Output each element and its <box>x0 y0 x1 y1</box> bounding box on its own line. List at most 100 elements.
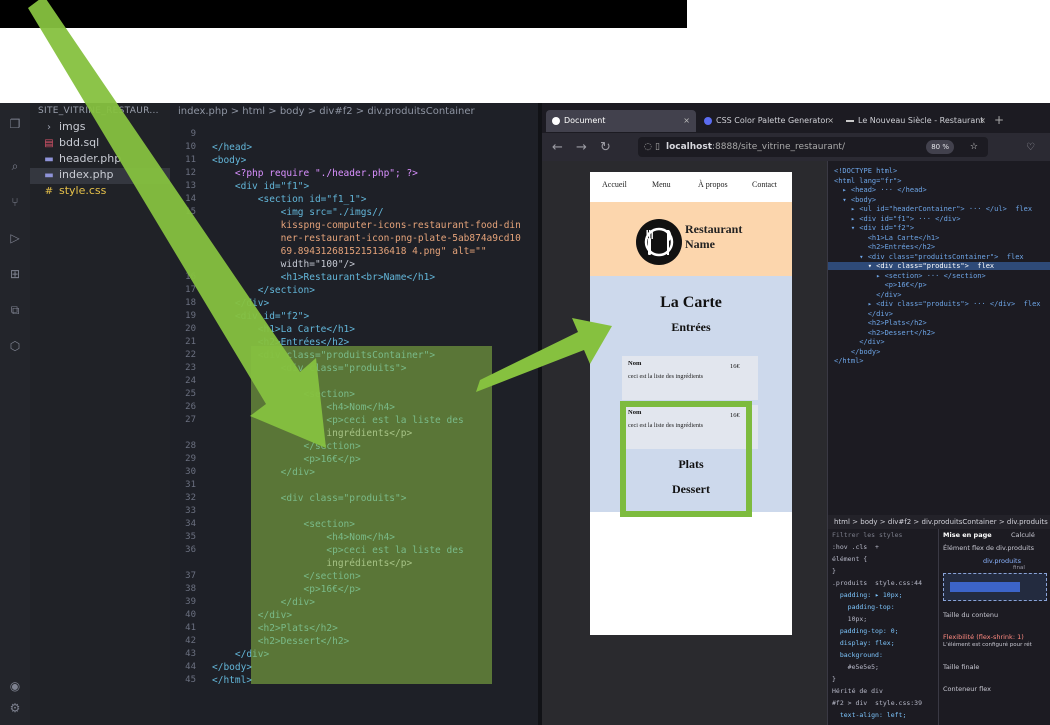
back-arrow-icon[interactable]: ← <box>552 140 563 155</box>
css-rule-line[interactable]: Hérité de div <box>832 687 883 695</box>
tab-le-nouveau-siecle[interactable]: Le Nouveau Siècle - Restaurant × <box>840 110 990 132</box>
run-debug-icon[interactable]: ▷ <box>8 231 22 245</box>
source-control-icon[interactable]: ⑂ <box>8 195 22 209</box>
dom-node-line[interactable]: </div> <box>834 291 901 299</box>
activity-bar: ❐ ⌕ ⑂ ▷ ⊞ ⧉ ⬡ ◉ ⚙ <box>0 103 31 725</box>
dom-node-line[interactable]: ▸ <div class="produits"> ··· </div> flex <box>834 300 1041 308</box>
css-rule-line[interactable]: :hov .cls + <box>832 543 879 551</box>
code-line[interactable]: </div> <box>212 298 269 309</box>
dom-node-line[interactable]: ▾ <div id="f2"> <box>834 224 914 232</box>
file-index-php[interactable]: ▬ index.php <box>30 168 170 184</box>
code-line[interactable]: </body> <box>212 662 252 673</box>
code-line[interactable]: </section> <box>212 285 315 296</box>
nav-a-propos[interactable]: À propos <box>698 180 728 189</box>
url-field[interactable]: ◌ ▯ localhost:8888/site_vitrine_restaura… <box>638 137 988 157</box>
css-rule-line[interactable]: background: <box>832 651 883 659</box>
dom-node-line[interactable]: </body> <box>834 348 881 356</box>
dom-node-line[interactable]: <p>16€</p> <box>834 281 927 289</box>
file-bdd-sql[interactable]: ▤ bdd.sql <box>42 136 99 152</box>
code-line[interactable]: ner-restaurant-icon-png-plate-5ab874a9cd… <box>212 233 521 244</box>
flex-container-label[interactable]: Conteneur flex <box>943 685 991 693</box>
css-rule-line[interactable]: 10px; <box>832 615 868 623</box>
code-line[interactable]: width="100"/> <box>212 259 355 270</box>
search-icon[interactable]: ⌕ <box>8 159 22 173</box>
css-rule-line[interactable]: } <box>832 567 836 575</box>
css-rule-line[interactable]: } <box>832 675 836 683</box>
close-tab-icon[interactable]: × <box>683 110 690 132</box>
devtools-breadcrumb[interactable]: html > body > div#f2 > div.produitsConta… <box>828 515 1050 529</box>
tab-mise-en-page[interactable]: Mise en page <box>943 531 992 539</box>
tab-css-palette[interactable]: CSS Color Palette Generator × <box>698 110 838 132</box>
css-rule-line[interactable]: padding-top: 0; <box>832 627 899 635</box>
tab-favicon-icon <box>704 117 712 125</box>
nav-accueil[interactable]: Accueil <box>602 180 627 189</box>
flex-size-bar <box>950 582 1020 592</box>
close-tab-icon[interactable]: × <box>827 110 834 132</box>
code-line[interactable]: 69.8943126815215136418 4.png" alt="" <box>212 246 487 257</box>
code-line[interactable]: <?php require "./header.php"; ?> <box>212 168 418 179</box>
dom-node-line[interactable]: ▾ <div class="produitsContainer"> flex <box>834 253 1023 261</box>
dom-node-line[interactable]: </div> <box>834 338 884 346</box>
dom-node-line[interactable]: ▾ <body> <box>834 196 876 204</box>
final-word: final <box>1013 565 1025 571</box>
css-rule-line[interactable]: élément { <box>832 555 867 563</box>
dom-node-line[interactable]: ▸ <head> ··· </head> <box>834 186 926 194</box>
files-icon[interactable]: ❐ <box>8 117 22 131</box>
dom-node-line[interactable]: <h2>Entrées</h2> <box>834 243 935 251</box>
new-tab-icon[interactable]: + <box>994 113 1004 127</box>
dom-node-line[interactable]: <h1>La Carte</h1> <box>834 234 940 242</box>
dom-node-line[interactable]: <h2>Plats</h2> <box>834 319 927 327</box>
account-icon[interactable]: ◉ <box>8 679 22 693</box>
folder-imgs[interactable]: › imgs <box>42 120 86 136</box>
code-line[interactable]: <div id="f2"> <box>212 311 309 322</box>
settings-gear-icon[interactable]: ⚙ <box>8 701 22 715</box>
green-highlight-box <box>620 401 752 517</box>
code-line[interactable]: <h1>Restaurant<br>Name</h1> <box>212 272 435 283</box>
reload-icon[interactable]: ↻ <box>600 140 611 155</box>
dom-node-line[interactable]: ▾ <div class="produits"> flex <box>828 262 1050 270</box>
file-header-php[interactable]: ▬ header.php <box>42 152 121 168</box>
nav-contact[interactable]: Contact <box>752 180 777 189</box>
code-line[interactable]: <div id="f1"> <box>212 181 309 192</box>
code-line[interactable]: <body> <box>212 155 246 166</box>
dom-node-line[interactable]: </html> <box>834 357 864 365</box>
tab-calcule[interactable]: Calculé <box>1011 531 1035 539</box>
remote-icon[interactable]: ⧉ <box>8 303 22 317</box>
bookmark-star-icon[interactable]: ☆ <box>970 137 978 157</box>
line-number: 20 <box>185 324 196 334</box>
dom-node-line[interactable]: <!DOCTYPE html> <box>834 167 897 175</box>
code-line[interactable]: </head> <box>212 142 252 153</box>
close-tab-icon[interactable]: × <box>979 110 986 132</box>
docker-icon[interactable]: ⬡ <box>8 339 22 353</box>
dom-node-line[interactable]: </div> <box>834 310 893 318</box>
code-line[interactable]: <section id="f1_1"> <box>212 194 367 205</box>
code-line[interactable]: </html> <box>212 675 252 686</box>
pocket-icon[interactable]: ♡ <box>1026 142 1035 153</box>
dom-node-line[interactable]: <html lang="fr"> <box>834 177 901 185</box>
dom-node-line[interactable]: ▸ <section> ··· </section> <box>834 272 986 280</box>
file-style-css[interactable]: # style.css <box>42 184 107 200</box>
explorer-title: SITE_VITRINE_RESTAUR... <box>38 106 159 116</box>
css-rule-line[interactable]: .produits style.css:44 <box>832 579 922 587</box>
filter-styles-input[interactable]: Filtrer les styles <box>832 531 902 539</box>
dom-node-line[interactable]: <h2>Dessert</h2> <box>834 329 935 337</box>
css-rule-line[interactable]: text-align: left; <box>832 711 907 719</box>
zoom-level-badge[interactable]: 80 % <box>926 140 954 154</box>
extensions-icon[interactable]: ⊞ <box>8 267 22 281</box>
flex-target-select[interactable]: div.produits <box>983 557 1021 565</box>
css-rule-line[interactable]: padding-top: <box>832 603 895 611</box>
nav-menu[interactable]: Menu <box>652 180 671 189</box>
css-rule-line[interactable]: padding: ▸ 10px; <box>832 591 903 599</box>
dom-node-line[interactable]: ▸ <div id="f1"> ··· </div> <box>834 215 961 223</box>
forward-arrow-icon[interactable]: → <box>576 140 587 155</box>
css-rule-line[interactable]: #f2 > div style.css:39 <box>832 699 922 707</box>
code-line[interactable]: <h1>La Carte</h1> <box>212 324 355 335</box>
code-line[interactable]: <img src="./imgs// <box>212 207 384 218</box>
css-rule-line[interactable]: #e5e5e5; <box>832 663 879 671</box>
tab-document[interactable]: Document × <box>546 110 696 132</box>
code-line[interactable]: kisspng-computer-icons-restaurant-food-d… <box>212 220 521 231</box>
css-rule-line[interactable]: display: flex; <box>832 639 895 647</box>
dom-node-line[interactable]: ▸ <ul id="headerContainer"> ··· </ul> fl… <box>834 205 1032 213</box>
editor-breadcrumb[interactable]: index.php > html > body > div#f2 > div.p… <box>178 106 475 117</box>
screenshot-area: ❐ ⌕ ⑂ ▷ ⊞ ⧉ ⬡ ◉ ⚙ SITE_VITRINE_RESTAUR..… <box>0 103 1050 725</box>
